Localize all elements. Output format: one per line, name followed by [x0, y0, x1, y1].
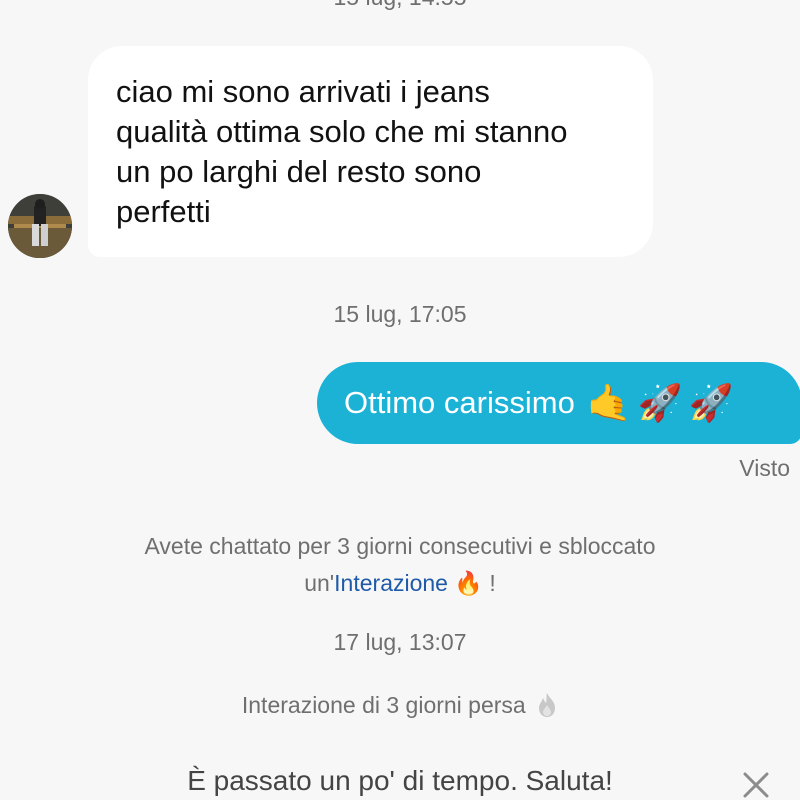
- message-line: un po larghi del resto sono: [116, 154, 482, 189]
- message-emoji: 🤙 🚀 🚀: [587, 382, 733, 424]
- avatar[interactable]: [8, 194, 72, 258]
- rocket-emoji: 🚀: [637, 382, 683, 423]
- rocket-emoji: 🚀: [688, 382, 734, 423]
- message-line: perfetti: [116, 194, 211, 229]
- message-line: qualità ottima solo che mi stanno: [116, 114, 568, 149]
- streak-link[interactable]: Interazione: [334, 570, 448, 596]
- timestamp: 15 lug, 17:05: [333, 301, 467, 327]
- timestamp: 17 lug, 13:07: [333, 629, 467, 655]
- incoming-message-bubble[interactable]: ciao mi sono arrivati i jeans qualità ot…: [88, 46, 653, 257]
- streak-text-line2: un'Interazione 🔥 !: [0, 565, 800, 602]
- message-line: ciao mi sono arrivati i jeans: [116, 74, 490, 109]
- say-hi-text: È passato un po' di tempo. Saluta!: [187, 765, 613, 796]
- streak-lost-text: Interazione di 3 giorni persa: [241, 692, 526, 718]
- fire-icon: 🔥: [454, 570, 484, 596]
- grey-flame-icon: [539, 693, 556, 717]
- streak-prefix: un': [304, 570, 335, 596]
- avatar-photo-icon: [8, 194, 72, 258]
- timestamp-top: 15 lug, 14:55: [0, 0, 800, 11]
- streak-unlocked-notice: Avete chattato per 3 giorni consecutivi …: [0, 528, 800, 602]
- call-me-hand-emoji: 🤙: [586, 382, 632, 423]
- say-hi-banner[interactable]: È passato un po' di tempo. Saluta!: [0, 755, 800, 800]
- streak-lost-notice: Interazione di 3 giorni persa: [0, 687, 800, 724]
- read-receipt: Visto: [739, 455, 790, 481]
- close-icon[interactable]: [738, 767, 774, 800]
- outgoing-message-bubble[interactable]: Ottimo carissimo 🤙 🚀 🚀: [317, 362, 800, 444]
- outgoing-message-text: Ottimo carissimo: [344, 385, 575, 420]
- streak-text-line1: Avete chattato per 3 giorni consecutivi …: [144, 533, 656, 559]
- streak-suffix: !: [483, 570, 496, 596]
